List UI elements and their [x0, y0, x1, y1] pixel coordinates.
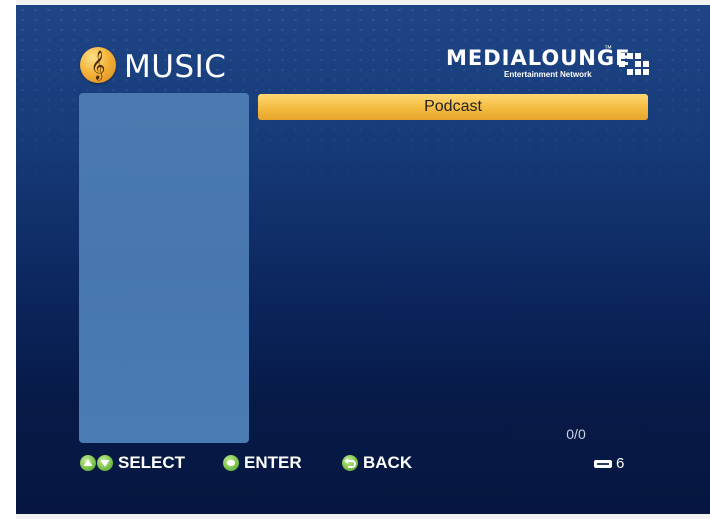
medialounge-logo: MEDIALOUNGE ™ Entertainment Network [446, 44, 661, 87]
enter-hint-label: ENTER [244, 453, 302, 472]
music-note-icon: 𝄞 [80, 47, 116, 83]
preview-panel [79, 93, 249, 443]
menu-item-podcast[interactable]: Podcast [258, 94, 648, 120]
brand-tagline: Entertainment Network [504, 70, 592, 79]
brand-trademark: ™ [604, 44, 612, 53]
back-hint-label: BACK [363, 453, 413, 472]
up-arrow-icon [80, 455, 96, 471]
media-screen: 𝄞 MUSIC MEDIALOUNGE ™ Entertainment Netw… [16, 5, 710, 514]
back-arrow-icon [342, 455, 358, 471]
brand-grid-icon [619, 53, 649, 77]
window-edge [0, 0, 16, 519]
page-title: MUSIC [124, 49, 227, 85]
page-counter: 0/0 [506, 423, 646, 445]
storage-count: 6 [616, 455, 625, 472]
select-hint-label: SELECT [118, 453, 186, 472]
storage-device-icon [594, 460, 612, 468]
down-arrow-icon [97, 455, 113, 471]
brand-name: MEDIALOUNGE [446, 46, 631, 70]
enter-button-icon [223, 455, 239, 471]
